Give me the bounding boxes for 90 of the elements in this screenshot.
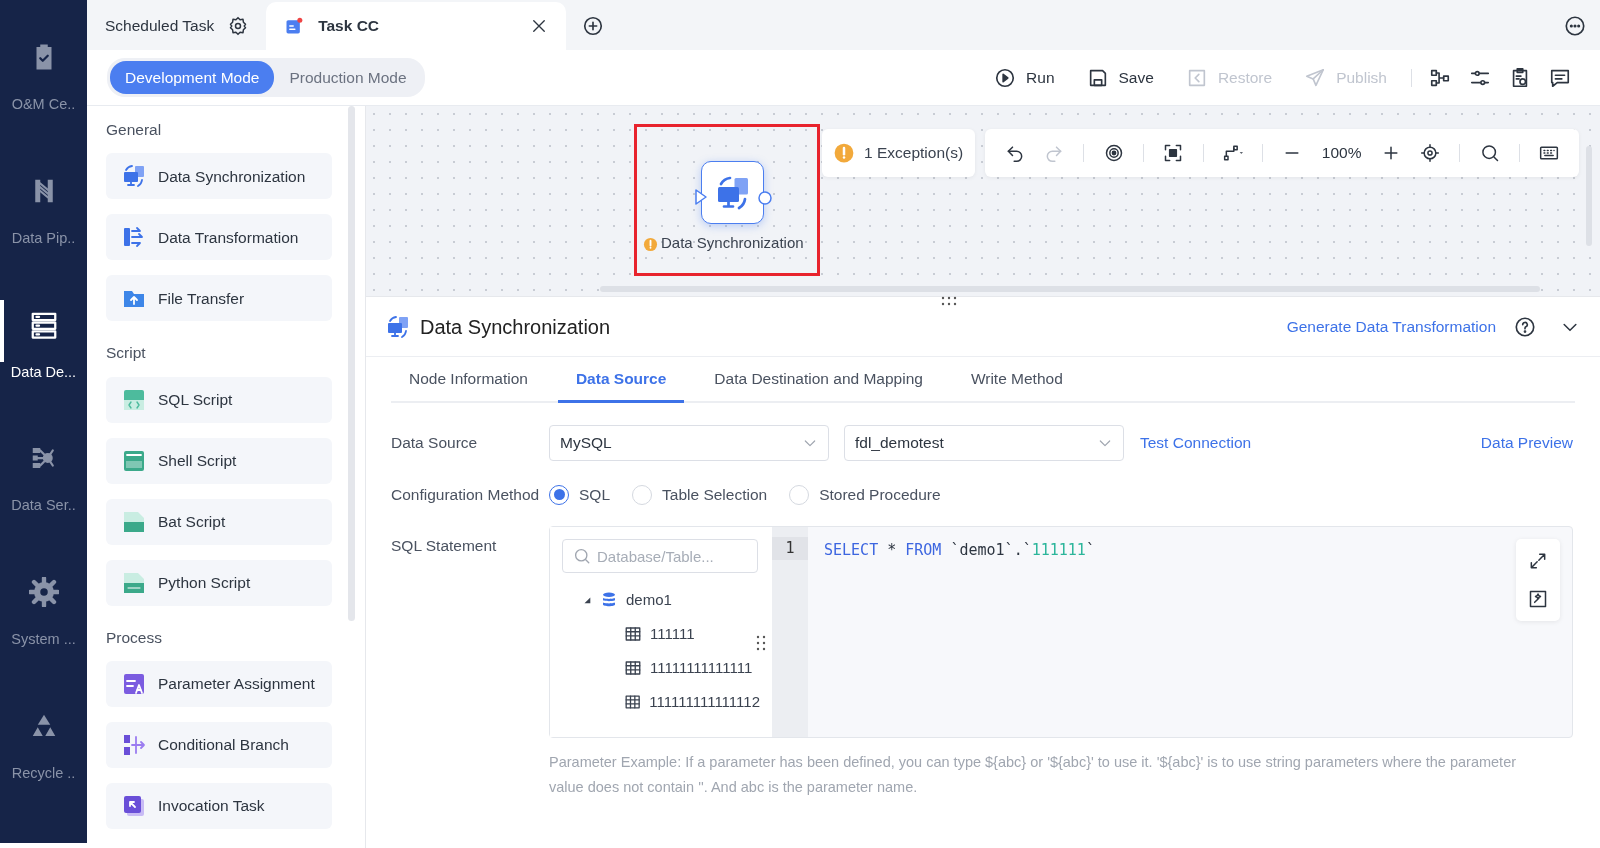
- table-icon: [624, 659, 642, 678]
- help-icon[interactable]: [1514, 315, 1536, 338]
- test-connection-link[interactable]: Test Connection: [1140, 431, 1252, 455]
- caret-down-icon[interactable]: [582, 595, 592, 606]
- tree-item[interactable]: 111111: [562, 617, 760, 652]
- connector-icon[interactable]: [1222, 143, 1243, 163]
- zoom-level: 100%: [1321, 143, 1362, 164]
- field-label: SQL Statement: [391, 536, 498, 557]
- input-port-icon[interactable]: [694, 188, 708, 207]
- sync-icon: [386, 314, 410, 339]
- table-icon: [624, 625, 642, 644]
- nav-item[interactable]: Recycle ..: [0, 709, 87, 843]
- bat-icon: [122, 509, 146, 534]
- dropdown[interactable]: MySQL: [549, 425, 829, 461]
- nav-item[interactable]: O&M Ce..: [0, 40, 87, 174]
- line-number: 1: [772, 537, 808, 560]
- lineage-icon[interactable]: [1429, 67, 1451, 89]
- sync-icon: [122, 164, 146, 189]
- palette-item[interactable]: Python Script: [106, 559, 332, 606]
- nav-item[interactable]: Data Ser..: [0, 441, 87, 576]
- add-icon[interactable]: [582, 15, 605, 37]
- section-heading: Script: [106, 343, 147, 364]
- palette-item[interactable]: Parameter Assignment: [106, 660, 332, 707]
- search-field[interactable]: Database/Table...: [562, 539, 758, 574]
- play-icon: [994, 66, 1017, 89]
- exception-badge[interactable]: 1 Exception(s): [822, 129, 976, 177]
- mode-button[interactable]: Production Mode: [274, 60, 422, 95]
- toolbar-button[interactable]: Run: [978, 65, 1071, 90]
- palette-item[interactable]: Bat Script: [106, 498, 332, 545]
- node-label: Data Synchronization: [661, 233, 804, 253]
- warning-icon: [834, 143, 854, 163]
- drag-handle-icon[interactable]: [941, 296, 957, 307]
- tree-item[interactable]: 111111111111112: [562, 685, 760, 720]
- mode-toggle[interactable]: Development Mode Production Mode: [107, 57, 425, 98]
- mode-button[interactable]: Development Mode: [110, 60, 275, 95]
- transform-icon: [122, 225, 146, 250]
- nav-item[interactable]: System ...: [0, 575, 87, 710]
- palette-item[interactable]: Shell Script: [106, 437, 332, 484]
- data-preview-link[interactable]: Data Preview: [1480, 431, 1573, 455]
- search-icon: [573, 547, 591, 566]
- parameter-icon: [122, 671, 146, 696]
- radio-option[interactable]: Table Selection: [632, 483, 768, 507]
- generate-link[interactable]: Generate Data Transformation: [1286, 314, 1496, 339]
- task-node[interactable]: [701, 161, 764, 224]
- field-label: Configuration Method: [391, 485, 541, 505]
- tab[interactable]: Node Information: [391, 357, 546, 403]
- output-port-icon[interactable]: [757, 190, 773, 207]
- radio-option[interactable]: SQL: [549, 483, 610, 507]
- tab[interactable]: Data Source: [557, 357, 685, 403]
- more-icon[interactable]: [1564, 15, 1586, 37]
- send-icon: [1304, 66, 1327, 89]
- settings-icon[interactable]: [228, 16, 249, 36]
- dropdown[interactable]: fdl_demotest: [844, 425, 1124, 461]
- python-file-icon: [122, 570, 146, 595]
- tab[interactable]: Write Method: [952, 357, 1081, 403]
- search-icon[interactable]: [1479, 143, 1500, 163]
- section-heading: Process: [106, 627, 163, 648]
- help-text: Parameter Example: If a parameter has been defined, you can type ${abc} or '${abc}' to use it. '${abc}' is to use string parameters where the parameter value does not contain ''. And abc is the parameter name.: [549, 753, 1518, 798]
- calendar-icon: [284, 16, 305, 36]
- branch-icon: [122, 732, 146, 757]
- toolbar-button[interactable]: Save: [1070, 65, 1170, 90]
- fit-view-icon[interactable]: [1163, 143, 1184, 163]
- palette-item[interactable]: Data Transformation: [106, 214, 332, 261]
- tab[interactable]: Task CC: [266, 2, 567, 50]
- tab[interactable]: Data Destination and Mapping: [696, 357, 941, 403]
- tree-item[interactable]: demo1: [562, 583, 760, 618]
- palette-item[interactable]: File Transfer: [106, 275, 332, 322]
- gear-icon: [28, 577, 59, 608]
- scrollbar[interactable]: [348, 106, 355, 621]
- comment-icon[interactable]: [1549, 67, 1571, 89]
- section-heading: General: [106, 120, 163, 140]
- palette-item[interactable]: Invocation Task: [106, 782, 332, 829]
- shell-icon: [122, 448, 146, 473]
- scrollbar[interactable]: [600, 286, 1540, 292]
- sql-icon: [122, 387, 146, 412]
- palette-item[interactable]: SQL Script: [106, 376, 332, 423]
- nav-item[interactable]: Data Pip..: [0, 173, 87, 308]
- tab[interactable]: Scheduled Task: [87, 2, 267, 50]
- tree-item[interactable]: 11111111111111: [562, 651, 760, 686]
- drag-handle-icon[interactable]: [756, 635, 766, 652]
- palette-item[interactable]: Data Synchronization: [106, 153, 332, 200]
- keyboard-icon[interactable]: [1539, 143, 1560, 163]
- palette-item[interactable]: Conditional Branch: [106, 721, 332, 768]
- locate-icon[interactable]: [1420, 143, 1441, 163]
- field-label: Data Source: [391, 433, 479, 454]
- scrollbar[interactable]: [1586, 146, 1592, 246]
- invoke-icon: [122, 793, 146, 818]
- code-line: SELECT * FROM `demo1`.`111111`: [824, 541, 1095, 560]
- panel-title: Data Synchronization: [420, 314, 611, 340]
- radio-option[interactable]: Stored Procedure: [789, 483, 941, 507]
